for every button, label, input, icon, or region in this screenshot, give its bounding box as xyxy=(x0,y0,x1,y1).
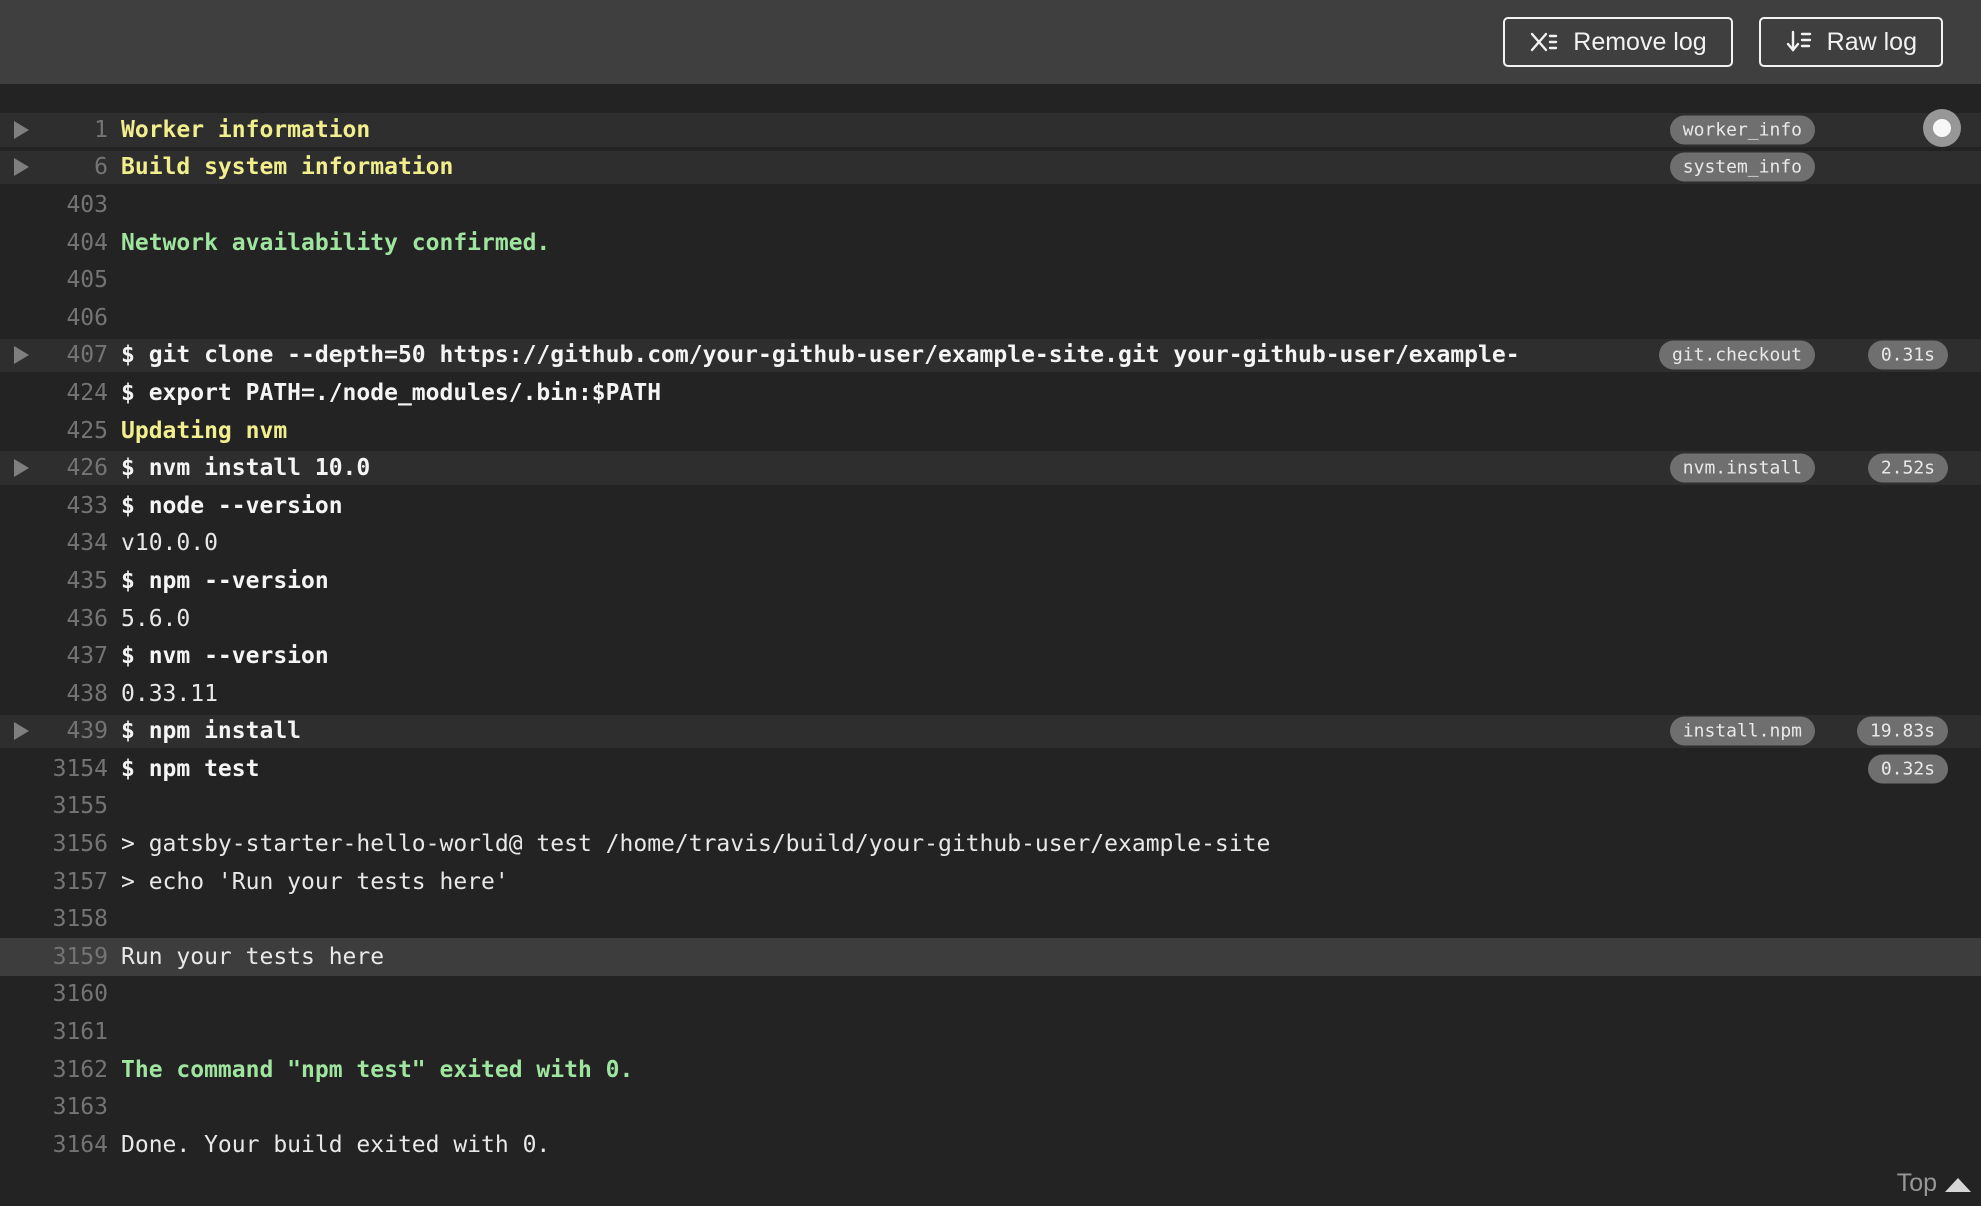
log-line: 1 Worker information worker_info xyxy=(0,111,1981,149)
log-line: 3154 $ npm test 0.32s xyxy=(0,750,1981,788)
log-line: 3157 > echo 'Run your tests here' xyxy=(0,863,1981,901)
remove-log-button[interactable]: Remove log xyxy=(1503,17,1733,67)
scroll-to-top-link[interactable]: Top xyxy=(1897,1169,1971,1198)
log-line: 403 xyxy=(0,186,1981,224)
log-line: 426 $ nvm install 10.0 nvm.install 2.52s xyxy=(0,449,1981,487)
raw-log-button[interactable]: Raw log xyxy=(1758,17,1943,67)
line-text: $ nvm --version xyxy=(121,643,329,670)
line-number[interactable]: 3161 xyxy=(0,1019,108,1045)
log-line: 3163 xyxy=(0,1088,1981,1126)
line-text: $ npm install xyxy=(121,718,302,745)
line-text: Run your tests here xyxy=(121,943,385,970)
line-text: Updating nvm xyxy=(121,417,288,444)
fold-tag-badge: nvm.install xyxy=(1669,453,1815,483)
fold-tag-badge: install.npm xyxy=(1669,716,1815,746)
log-line: 3160 xyxy=(0,976,1981,1014)
x-list-icon xyxy=(1529,29,1559,55)
log-line: 433 $ node --version xyxy=(0,487,1981,525)
line-number[interactable]: 424 xyxy=(0,380,108,406)
line-number[interactable]: 3157 xyxy=(0,869,108,895)
line-number[interactable]: 434 xyxy=(0,530,108,556)
line-number[interactable]: 438 xyxy=(0,681,108,707)
line-number[interactable]: 436 xyxy=(0,606,108,632)
line-number[interactable]: 405 xyxy=(0,267,108,293)
line-number[interactable]: 433 xyxy=(0,493,108,519)
line-number[interactable]: 3160 xyxy=(0,981,108,1007)
line-number[interactable]: 3155 xyxy=(0,793,108,819)
line-text: $ node --version xyxy=(121,492,343,519)
log-line: 3161 xyxy=(0,1013,1981,1051)
line-number[interactable]: 437 xyxy=(0,643,108,669)
download-list-icon xyxy=(1785,28,1813,56)
line-text: $ npm --version xyxy=(121,567,329,594)
fold-arrow-icon[interactable] xyxy=(14,158,29,177)
log-line: 406 xyxy=(0,299,1981,337)
scroll-indicator[interactable] xyxy=(1923,109,1961,147)
log-line: 3159 Run your tests here xyxy=(0,938,1981,976)
line-text: Worker information xyxy=(121,116,371,143)
log-toolbar: Remove log Raw log xyxy=(0,0,1981,84)
log-line: 434 v10.0.0 xyxy=(0,525,1981,563)
fold-tag-badge: git.checkout xyxy=(1658,340,1815,370)
log-lines: 1 Worker information worker_info 6 Build… xyxy=(0,111,1981,1164)
line-number[interactable]: 3156 xyxy=(0,831,108,857)
up-triangle-icon xyxy=(1945,1177,1971,1192)
duration-badge: 2.52s xyxy=(1867,453,1948,483)
line-number[interactable]: 3158 xyxy=(0,906,108,932)
duration-badge: 19.83s xyxy=(1856,716,1948,746)
log-line: 425 Updating nvm xyxy=(0,412,1981,450)
log-line: 405 xyxy=(0,261,1981,299)
log-line: 438 0.33.11 xyxy=(0,675,1981,713)
top-label: Top xyxy=(1896,1169,1937,1197)
log-line: 436 5.6.0 xyxy=(0,600,1981,638)
line-text: 0.33.11 xyxy=(121,680,218,707)
line-text: $ nvm install 10.0 xyxy=(121,455,371,482)
log-line: 407 $ git clone --depth=50 https://githu… xyxy=(0,336,1981,375)
line-text: $ npm test xyxy=(121,755,260,782)
log-line: 3162 The command "npm test" exited with … xyxy=(0,1051,1981,1089)
log-line: 3155 xyxy=(0,788,1981,826)
line-text: Done. Your build exited with 0. xyxy=(121,1131,551,1158)
raw-log-label: Raw log xyxy=(1826,27,1917,56)
fold-tag-badge: system_info xyxy=(1669,152,1815,182)
log-line: 6 Build system information system_info xyxy=(0,148,1981,187)
line-text: Build system information xyxy=(121,154,454,181)
line-text: The command "npm test" exited with 0. xyxy=(121,1056,634,1083)
duration-badge: 0.31s xyxy=(1867,340,1948,370)
log-line: 439 $ npm install install.npm 19.83s xyxy=(0,712,1981,751)
line-number[interactable]: 3162 xyxy=(0,1057,108,1083)
build-log: 1 Worker information worker_info 6 Build… xyxy=(0,84,1981,1164)
line-number[interactable]: 3163 xyxy=(0,1094,108,1120)
line-text: v10.0.0 xyxy=(121,530,218,557)
line-text: $ git clone --depth=50 https://github.co… xyxy=(121,342,1520,369)
fold-tag-badge: worker_info xyxy=(1669,115,1815,145)
fold-arrow-icon[interactable] xyxy=(14,346,29,365)
log-line: 435 $ npm --version xyxy=(0,562,1981,600)
line-number[interactable]: 403 xyxy=(0,192,108,218)
line-number[interactable]: 406 xyxy=(0,305,108,331)
line-number[interactable]: 425 xyxy=(0,418,108,444)
line-text: 5.6.0 xyxy=(121,605,191,632)
fold-arrow-icon[interactable] xyxy=(14,722,29,741)
line-number[interactable]: 435 xyxy=(0,568,108,594)
fold-arrow-icon[interactable] xyxy=(14,120,29,139)
fold-arrow-icon[interactable] xyxy=(14,459,29,478)
line-number[interactable]: 3154 xyxy=(0,756,108,782)
log-line: 437 $ nvm --version xyxy=(0,637,1981,675)
line-number[interactable]: 404 xyxy=(0,230,108,256)
line-text: > gatsby-starter-hello-world@ test /home… xyxy=(121,831,1271,858)
log-line: 3156 > gatsby-starter-hello-world@ test … xyxy=(0,825,1981,863)
line-text: $ export PATH=./node_modules/.bin:$PATH xyxy=(121,379,662,406)
duration-badge: 0.32s xyxy=(1867,754,1948,784)
remove-log-label: Remove log xyxy=(1573,27,1707,56)
log-line: 3164 Done. Your build exited with 0. xyxy=(0,1126,1981,1164)
log-line: 3158 xyxy=(0,900,1981,938)
line-text: Network availability confirmed. xyxy=(121,229,551,256)
scroll-indicator-dot xyxy=(1933,119,1951,137)
log-line: 404 Network availability confirmed. xyxy=(0,224,1981,262)
line-text: > echo 'Run your tests here' xyxy=(121,868,509,895)
line-number[interactable]: 3159 xyxy=(0,944,108,970)
line-number[interactable]: 3164 xyxy=(0,1132,108,1158)
log-line: 424 $ export PATH=./node_modules/.bin:$P… xyxy=(0,374,1981,412)
